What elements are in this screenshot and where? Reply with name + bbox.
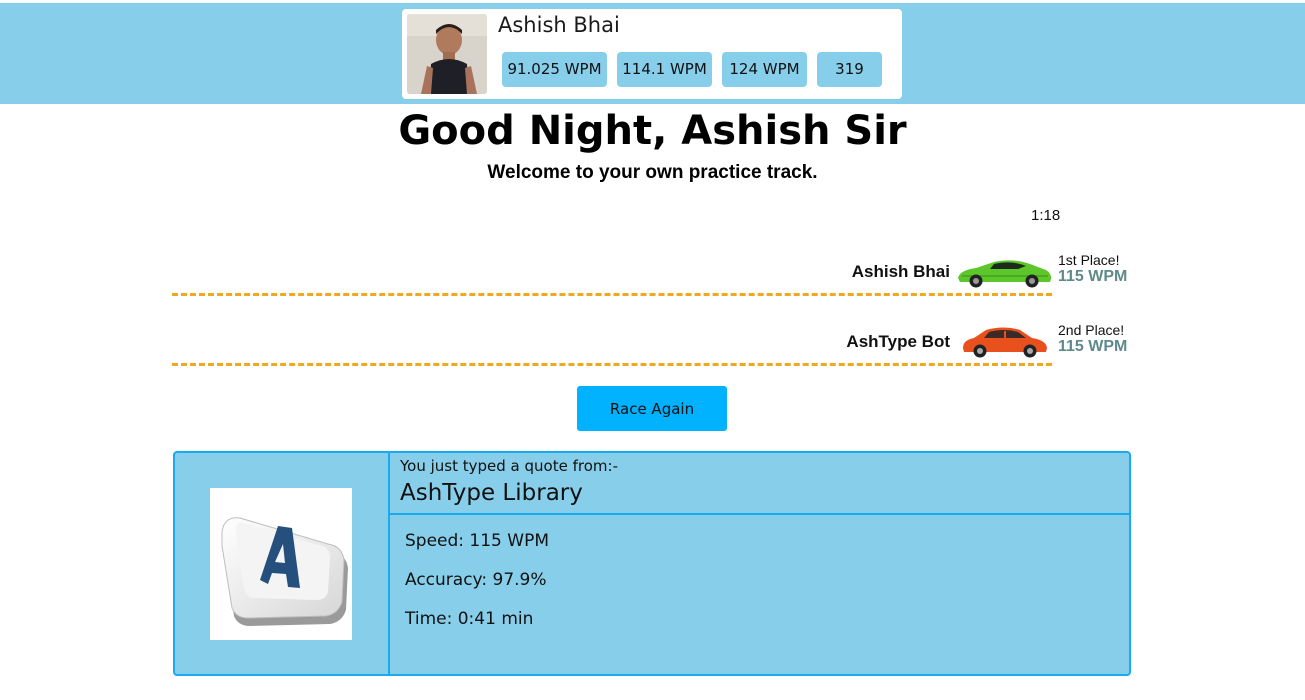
place-label-bot: 2nd Place!: [1058, 322, 1125, 338]
avatar: [407, 14, 487, 94]
recent-wpm-badge: 114.1 WPM: [617, 52, 712, 87]
result-speed: Speed: 115 WPM: [405, 531, 550, 551]
page-subtitle: Welcome to your own practice track.: [487, 162, 818, 183]
race-result-panel: You just typed a quote from:- AshType Li…: [173, 451, 1131, 676]
races-count-badge: 319: [817, 52, 882, 87]
green-sports-car-icon: [958, 260, 1052, 288]
race-timer: 1:18: [1031, 207, 1061, 224]
keyboard-key-a-icon: [210, 488, 352, 640]
result-time: Time: 0:41 min: [405, 609, 534, 629]
profile-card: Ashish Bhai 91.025 WPM 114.1 WPM 124 WPM…: [402, 9, 902, 99]
profile-name: Ashish Bhai: [498, 13, 620, 37]
race-again-button[interactable]: Race Again: [577, 386, 727, 431]
quote-source-header: You just typed a quote from:- AshType Li…: [390, 453, 1129, 515]
page-title: Good Night, Ashish Sir: [398, 108, 907, 154]
track-lane-user: [172, 293, 1052, 296]
avg-wpm-badge: 91.025 WPM: [502, 52, 607, 87]
wpm-label-bot: 115 WPM: [1058, 338, 1128, 355]
track-lane-bot: [172, 363, 1052, 366]
racer-name-bot: AshType Bot: [846, 332, 950, 351]
place-label-user: 1st Place!: [1058, 252, 1120, 268]
quote-source-label: You just typed a quote from:-: [400, 457, 618, 475]
result-accuracy: Accuracy: 97.9%: [405, 570, 547, 590]
result-image-cell: [175, 453, 390, 674]
quote-library-name: AshType Library: [400, 480, 583, 506]
best-wpm-badge: 124 WPM: [722, 52, 807, 87]
user-photo-icon: [407, 14, 487, 94]
red-sedan-car-icon: [963, 327, 1047, 358]
wpm-label-user: 115 WPM: [1058, 268, 1128, 285]
racer-name-user: Ashish Bhai: [851, 262, 950, 281]
